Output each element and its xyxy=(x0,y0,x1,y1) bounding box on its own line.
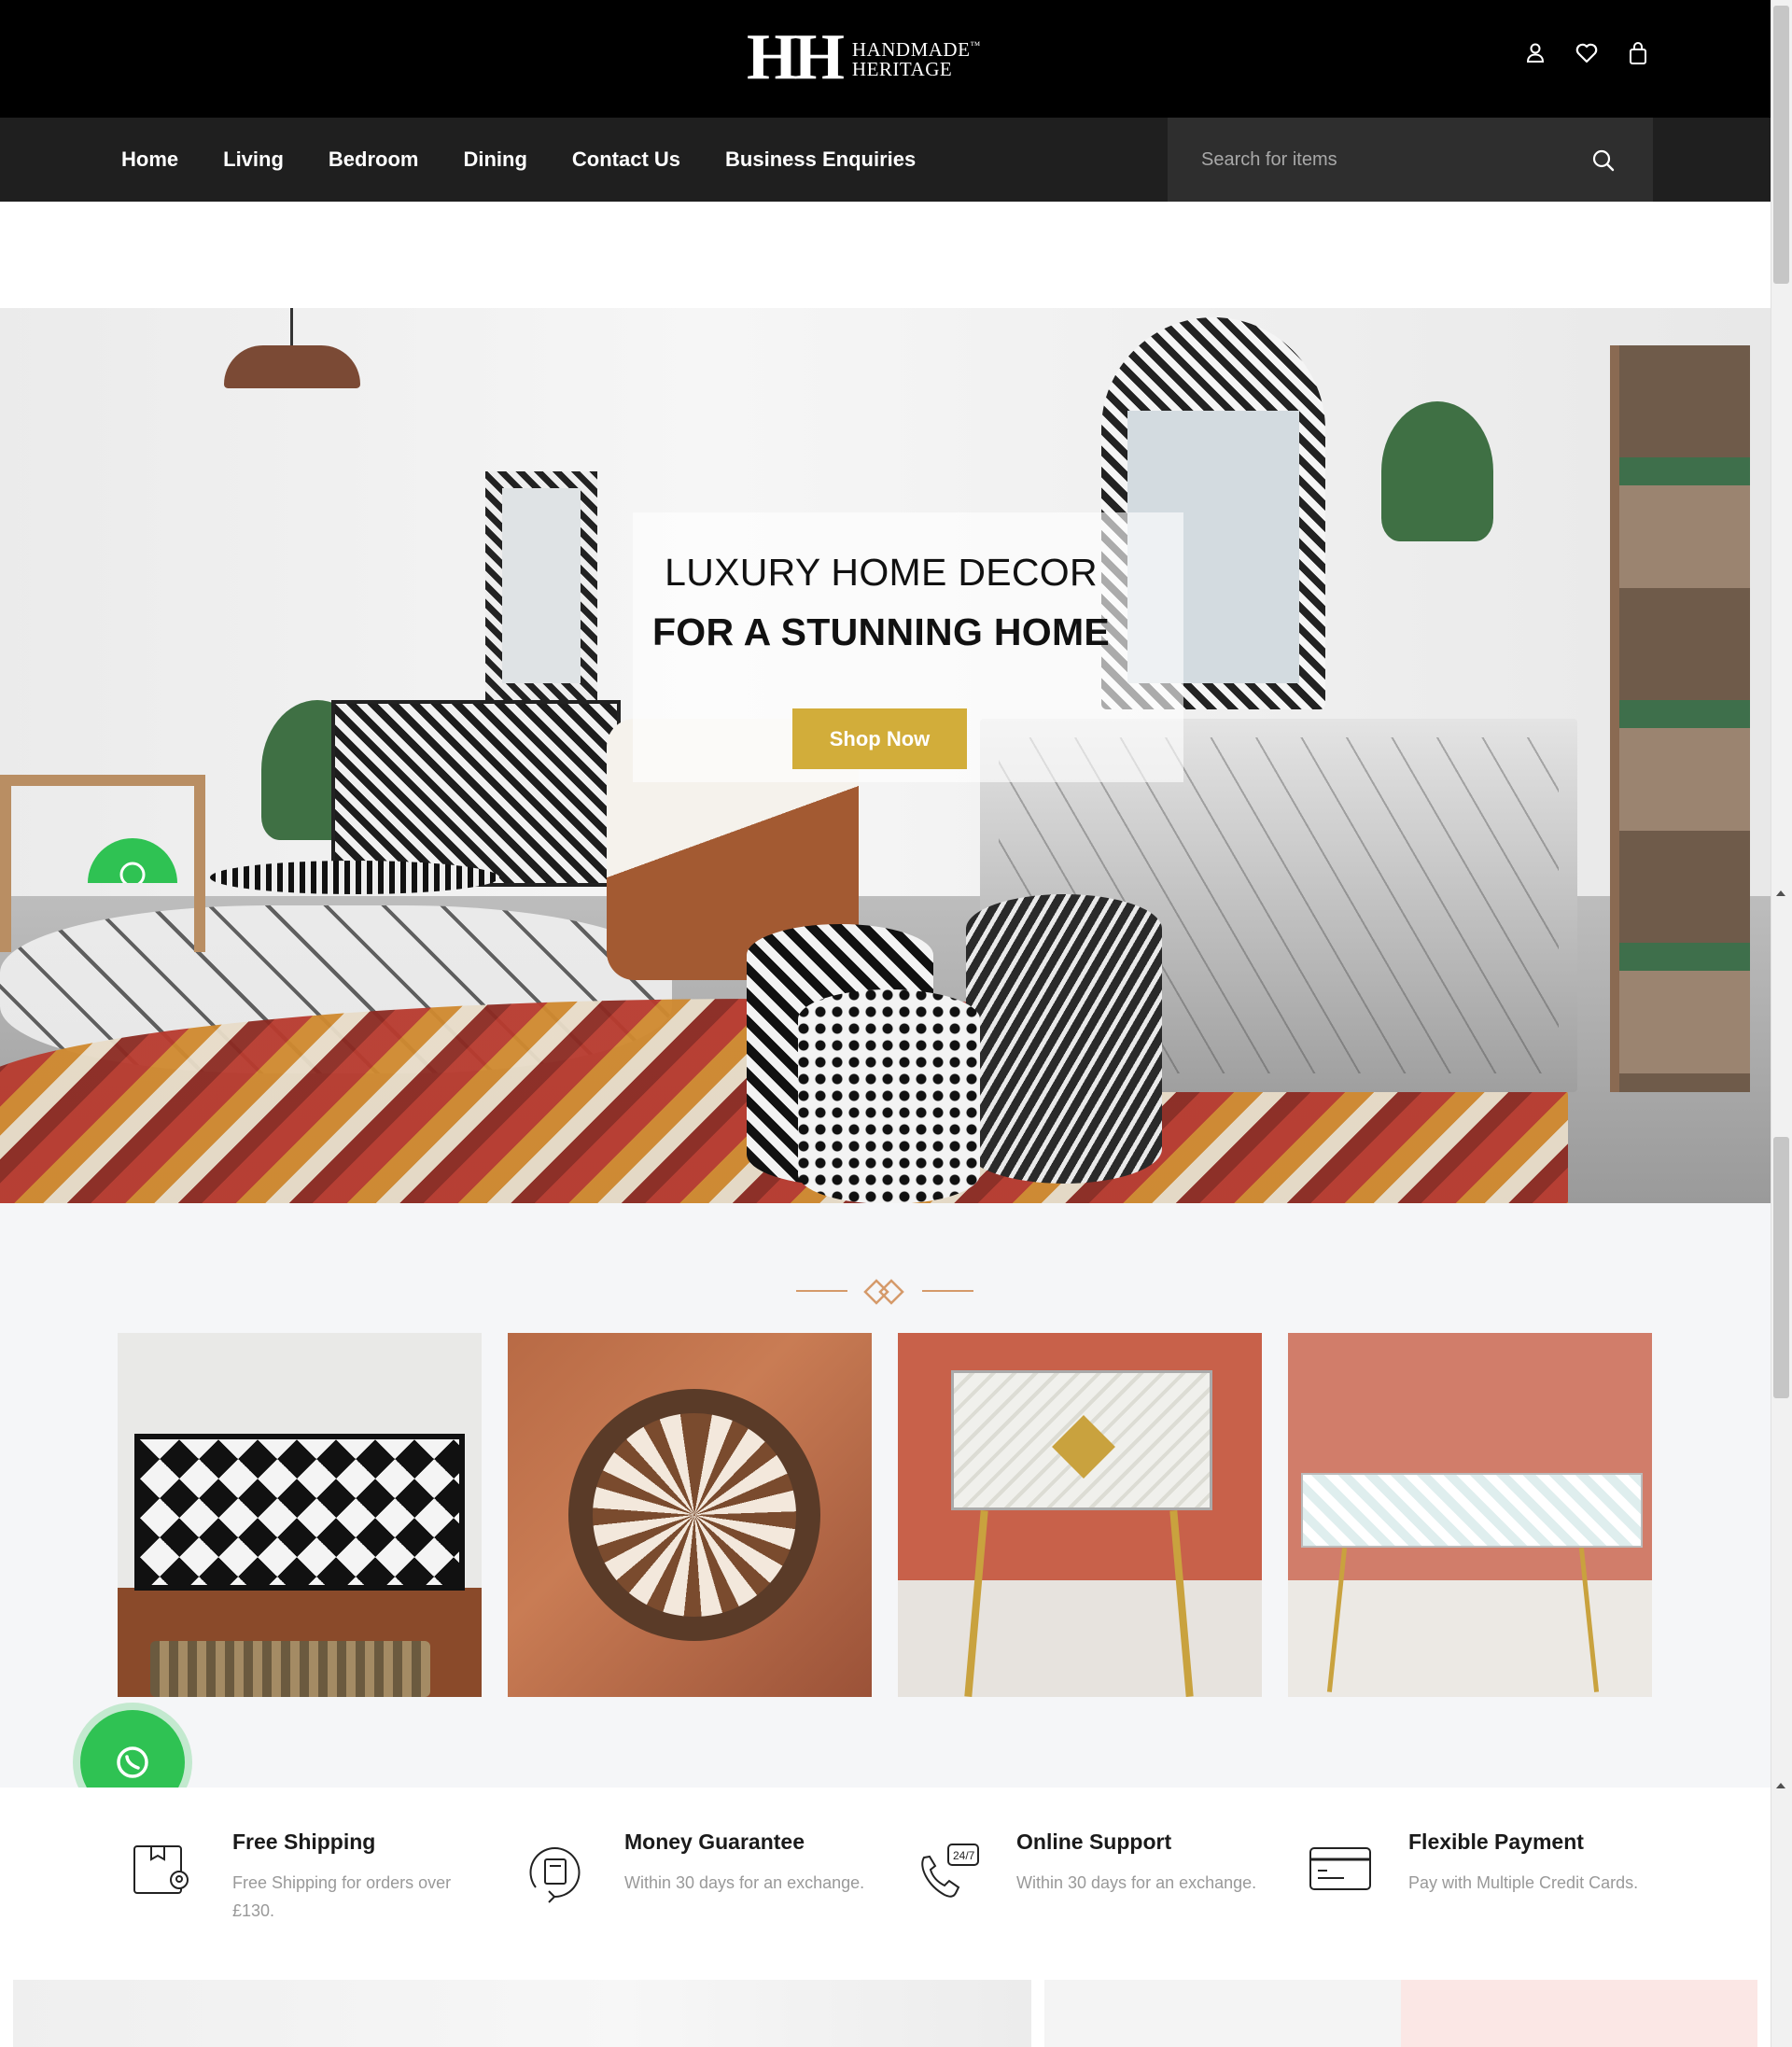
divider-line-left xyxy=(796,1290,847,1292)
scroll-up-arrow-icon[interactable] xyxy=(1776,890,1785,896)
table-leg xyxy=(1169,1510,1194,1697)
hero-heading-line2: FOR A STUNNING HOME xyxy=(651,610,1111,653)
logo-line2: HERITAGE xyxy=(851,58,953,80)
inlay-dresser xyxy=(331,700,621,887)
promo-banner-right[interactable] xyxy=(1044,1980,1757,2047)
small-mirror xyxy=(485,471,597,700)
tray-image xyxy=(568,1389,820,1641)
feature-title: Free Shipping xyxy=(232,1830,376,1854)
pendant-lamp xyxy=(224,345,360,388)
table-leg xyxy=(964,1510,988,1697)
nav-contact-us[interactable]: Contact Us xyxy=(572,147,680,172)
feature-title: Money Guarantee xyxy=(624,1830,805,1854)
main-navbar: Home Living Bedroom Dining Contact Us Bu… xyxy=(0,118,1771,202)
heart-icon[interactable] xyxy=(1575,41,1599,65)
desk-image xyxy=(1301,1473,1643,1548)
money-return-icon xyxy=(529,1847,581,1903)
support-247-glyph: 24/7 xyxy=(953,1849,975,1862)
nav-dining[interactable]: Dining xyxy=(463,147,526,172)
scrollbar-thumb[interactable] xyxy=(1773,6,1789,284)
search-box xyxy=(1168,118,1653,202)
feature-description: Within 30 days for an exchange. xyxy=(624,1873,865,1892)
collection-card-desk[interactable] xyxy=(1288,1333,1652,1697)
nav-living[interactable]: Living xyxy=(223,147,284,172)
hero-heading-line1: LUXURY HOME DECOR xyxy=(665,551,1098,594)
collection-card-sideboard[interactable] xyxy=(118,1333,482,1697)
plant xyxy=(1381,401,1493,541)
scroll-up-arrow-icon[interactable] xyxy=(1776,1783,1785,1788)
whatsapp-floating-half[interactable] xyxy=(88,838,177,883)
desk-leg xyxy=(1578,1548,1600,1692)
feature-online-support: 24/7 Online Support Within 30 days for a… xyxy=(902,1830,1294,1932)
nav-business-enquiries[interactable]: Business Enquiries xyxy=(725,147,916,172)
feature-free-shipping: Free Shipping Free Shipping for orders o… xyxy=(118,1830,510,1932)
stool-floral xyxy=(966,894,1162,1184)
collection-card-bedside-table[interactable] xyxy=(898,1333,1262,1697)
whatsapp-icon xyxy=(119,862,146,883)
stool-dots xyxy=(798,989,980,1203)
logo-mark: HH xyxy=(747,21,845,93)
promo-banner-left[interactable] xyxy=(13,1980,1031,2047)
feature-description: Free Shipping for orders over £130. xyxy=(232,1873,452,1920)
support-phone-icon: 24/7 xyxy=(921,1844,979,1898)
bag-icon[interactable] xyxy=(1627,41,1649,65)
scrollbar-thumb-secondary[interactable] xyxy=(1773,1137,1789,1398)
rug-image xyxy=(150,1641,430,1697)
blanket-ladder xyxy=(1610,345,1750,1092)
search-icon[interactable] xyxy=(1591,148,1616,177)
header-actions xyxy=(1524,41,1649,65)
nav-bedroom[interactable]: Bedroom xyxy=(329,147,419,172)
sideboard-image xyxy=(134,1434,465,1591)
divider-line-right xyxy=(922,1290,973,1292)
feature-flexible-payment: Flexible Payment Pay with Multiple Credi… xyxy=(1294,1830,1686,1932)
shipping-box-icon xyxy=(133,1845,189,1894)
feature-description: Within 30 days for an exchange. xyxy=(1016,1873,1257,1892)
top-header: HH HANDMADE™ HERITAGE xyxy=(0,0,1771,118)
user-icon[interactable] xyxy=(1524,41,1547,65)
shop-now-button[interactable]: Shop Now xyxy=(792,708,967,769)
logo-wordmark: HANDMADE™ HERITAGE xyxy=(852,36,981,79)
desk-leg xyxy=(1326,1548,1348,1692)
feature-money-guarantee: Money Guarantee Within 30 days for an ex… xyxy=(510,1830,902,1932)
feature-title: Online Support xyxy=(1016,1830,1172,1854)
collection-card-tray[interactable] xyxy=(508,1333,872,1697)
feature-description: Pay with Multiple Credit Cards. xyxy=(1408,1873,1639,1892)
whatsapp-icon xyxy=(117,1746,148,1778)
search-input[interactable] xyxy=(1201,146,1575,174)
feature-title: Flexible Payment xyxy=(1408,1830,1584,1854)
diamond-ornament-icon xyxy=(863,1279,904,1305)
section-divider xyxy=(796,1277,973,1305)
nav-home[interactable]: Home xyxy=(121,147,178,172)
logo-trademark: ™ xyxy=(970,40,981,51)
coffee-table xyxy=(210,861,499,894)
page-scrollbar[interactable] xyxy=(1771,0,1792,2047)
lamp-cord xyxy=(290,308,293,349)
brand-logo[interactable]: HH HANDMADE™ HERITAGE xyxy=(747,21,981,93)
main-nav: Home Living Bedroom Dining Contact Us Bu… xyxy=(121,118,916,202)
credit-card-icon xyxy=(1309,1847,1371,1890)
